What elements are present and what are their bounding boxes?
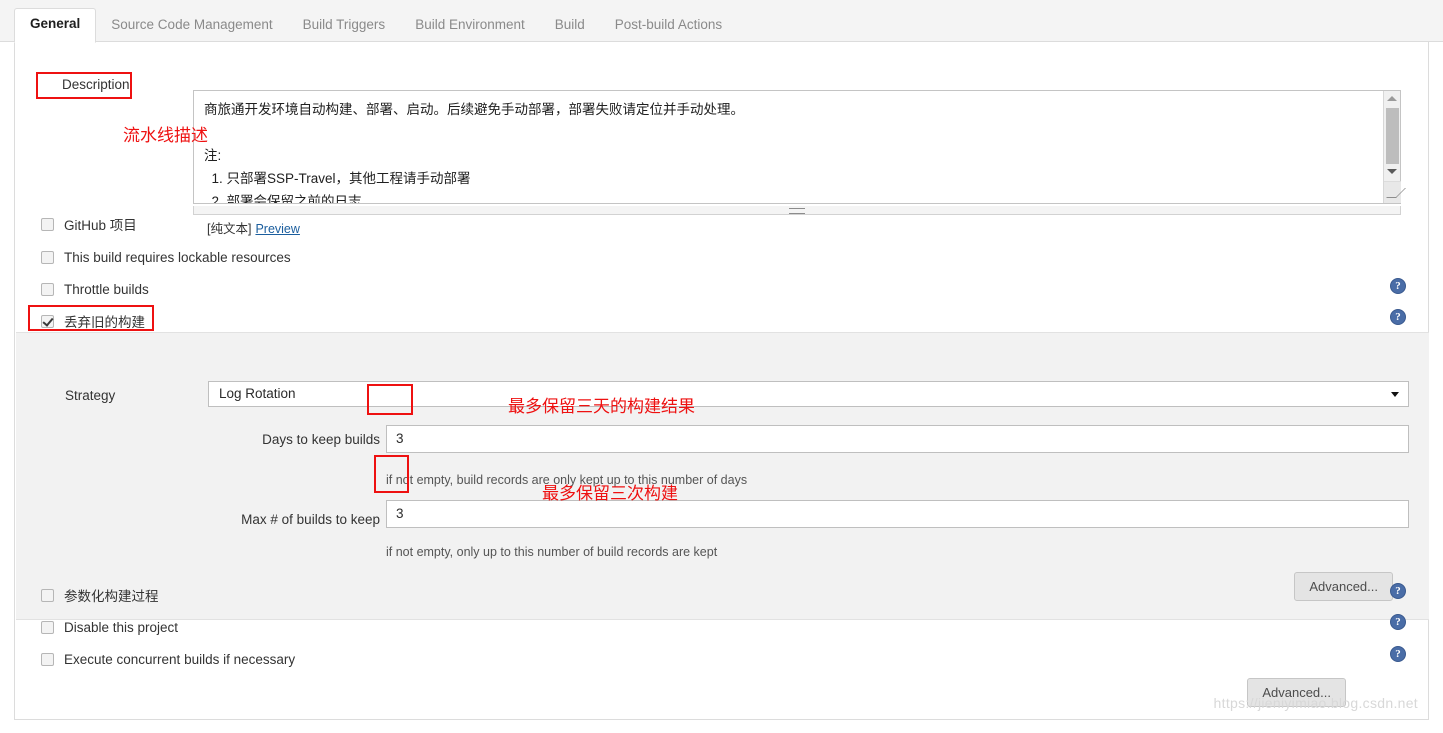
preview-link[interactable]: Preview	[255, 222, 299, 236]
discard-old-builds-checkbox[interactable]	[41, 314, 54, 328]
help-icon-parameterized-build[interactable]: ?	[1390, 583, 1406, 599]
max-builds-to-keep-label: Max # of builds to keep	[241, 512, 380, 527]
checkbox-label: GitHub 项目	[64, 218, 137, 233]
tab-post-build-actions[interactable]: Post-build Actions	[600, 10, 737, 42]
annotation-text-max: 最多保留三次构建	[542, 484, 678, 504]
description-scrollbar[interactable]	[1383, 91, 1401, 203]
checkbox-label: This build requires lockable resources	[64, 249, 291, 265]
description-textarea-wrapper[interactable]: 商旅通开发环境自动构建、部署、启动。后续避免手动部署，部署失败请定位并手动处理。…	[193, 90, 1401, 204]
tab-source-code-management[interactable]: Source Code Management	[96, 10, 287, 42]
lockable-resources-checkbox[interactable]	[41, 250, 54, 264]
advanced-button-discard[interactable]: Advanced...	[1294, 572, 1393, 601]
parameterized-build-checkbox[interactable]	[41, 588, 54, 602]
strategy-label: Strategy	[65, 388, 116, 403]
description-textarea[interactable]: 商旅通开发环境自动构建、部署、启动。后续避免手动部署，部署失败请定位并手动处理。…	[194, 91, 1369, 203]
tab-bar: General Source Code Management Build Tri…	[0, 0, 1443, 43]
days-to-keep-builds-label: Days to keep builds	[262, 432, 380, 447]
chevron-down-icon	[1391, 392, 1399, 397]
textarea-resize-grip-icon[interactable]	[1384, 181, 1401, 203]
checkbox-label: 丢弃旧的构建	[64, 315, 145, 330]
description-label: Description	[62, 77, 130, 92]
general-config-panel: Description 商旅通开发环境自动构建、部署、启动。后续避免手动部署，部…	[14, 42, 1429, 720]
strategy-select-value: Log Rotation	[219, 386, 296, 401]
help-icon-throttle-builds[interactable]: ?	[1390, 278, 1406, 294]
disable-project-checkbox[interactable]	[41, 620, 54, 634]
textarea-resize-bar[interactable]	[193, 206, 1401, 215]
tab-general[interactable]: General	[14, 8, 97, 43]
checkbox-label: Disable this project	[64, 619, 179, 635]
checkbox-row-lockable-resources[interactable]: This build requires lockable resources	[41, 248, 291, 266]
checkbox-row-concurrent-builds[interactable]: Execute concurrent builds if necessary	[41, 650, 295, 668]
throttle-builds-checkbox[interactable]	[41, 282, 54, 296]
concurrent-builds-checkbox[interactable]	[41, 652, 54, 666]
max-builds-to-keep-hint: if not empty, only up to this number of …	[386, 545, 718, 559]
description-format-row: [纯文本] Preview	[207, 218, 300, 237]
days-to-keep-builds-input[interactable]: 3	[386, 425, 1409, 453]
annotation-text-description: 流水线描述	[123, 126, 208, 146]
tab-build-triggers[interactable]: Build Triggers	[288, 10, 401, 42]
watermark: https://jieniyimiao.blog.csdn.net	[1213, 695, 1418, 711]
annotation-text-days: 最多保留三天的构建结果	[508, 397, 695, 417]
scrollbar-thumb[interactable]	[1386, 108, 1399, 164]
checkbox-label: Execute concurrent builds if necessary	[64, 651, 296, 667]
strategy-select[interactable]: Log Rotation	[208, 381, 1409, 407]
checkbox-label: 参数化构建过程	[64, 589, 159, 604]
help-icon-disable-project[interactable]: ?	[1390, 614, 1406, 630]
discard-old-builds-section: Strategy Log Rotation Days to keep build…	[16, 332, 1429, 620]
checkbox-row-discard-old-builds[interactable]: 丢弃旧的构建	[41, 312, 145, 330]
tab-build-environment[interactable]: Build Environment	[400, 10, 540, 42]
scroll-up-icon[interactable]	[1384, 91, 1400, 106]
scroll-down-icon[interactable]	[1384, 164, 1400, 179]
plain-text-label: [纯文本]	[207, 222, 252, 236]
checkbox-label: Throttle builds	[64, 281, 149, 297]
help-icon-discard-old-builds[interactable]: ?	[1390, 309, 1406, 325]
checkbox-row-parameterized-build[interactable]: 参数化构建过程	[41, 586, 159, 604]
checkbox-row-disable-project[interactable]: Disable this project	[41, 618, 178, 636]
tab-build[interactable]: Build	[540, 10, 600, 42]
github-project-checkbox[interactable]	[41, 217, 54, 231]
help-icon-concurrent-builds[interactable]: ?	[1390, 646, 1406, 662]
max-builds-to-keep-input[interactable]: 3	[386, 500, 1409, 528]
checkbox-row-throttle-builds[interactable]: Throttle builds	[41, 280, 149, 298]
checkbox-row-github-project[interactable]: GitHub 项目	[41, 215, 137, 233]
